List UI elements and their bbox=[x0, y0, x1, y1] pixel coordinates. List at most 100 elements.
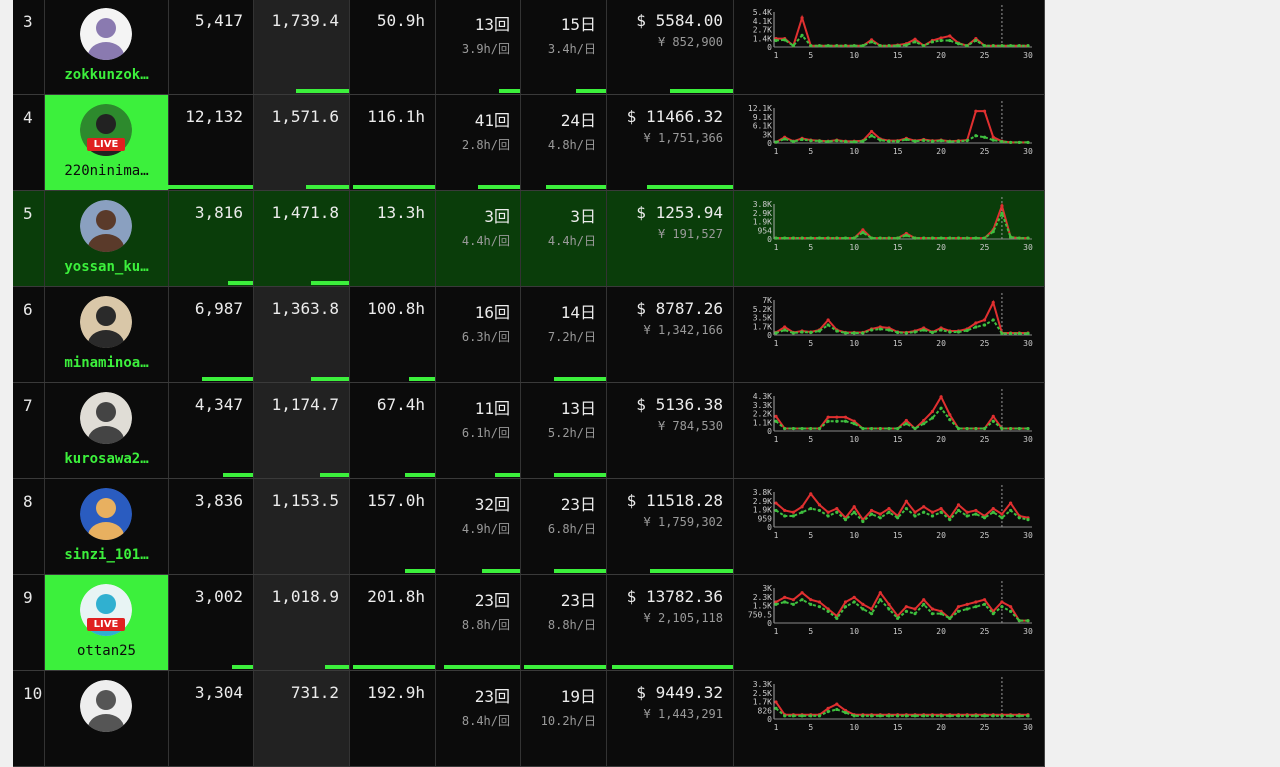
username-link[interactable]: kurosawa2… bbox=[45, 451, 168, 467]
user-cell[interactable]: minaminoa… bbox=[45, 287, 169, 382]
viewers-line-point bbox=[913, 510, 917, 514]
y-tick-label: 3K bbox=[762, 130, 772, 139]
avg-line-point bbox=[939, 236, 943, 240]
username-link[interactable]: sinzi_101… bbox=[45, 547, 168, 563]
username-link[interactable]: zokkunzok… bbox=[45, 67, 168, 83]
glasses-man-avatar[interactable] bbox=[80, 296, 132, 348]
avg-line-point bbox=[878, 714, 882, 718]
username-link[interactable]: minaminoa… bbox=[45, 355, 168, 371]
avg-line-point bbox=[974, 236, 978, 240]
viewers-line-point bbox=[982, 318, 987, 322]
table-row[interactable]: 3 zokkunzok… 5,417 1,739.4 50.9h 13回 3.9h/回 15日… bbox=[13, 0, 1045, 95]
avg-line-point bbox=[843, 44, 848, 48]
x-tick-label: 1 bbox=[774, 147, 779, 156]
user-cell[interactable]: LIVE ottan25 bbox=[45, 575, 169, 670]
avg-line-point bbox=[843, 236, 848, 240]
avg-line-point bbox=[991, 714, 995, 718]
avg-line-point bbox=[930, 139, 935, 143]
avg-line-point bbox=[869, 612, 874, 616]
avg-line-point bbox=[1017, 714, 1021, 718]
y-tick-label: 2.9K bbox=[753, 209, 772, 218]
avg-line-point bbox=[948, 418, 952, 422]
avg-line-point bbox=[1017, 516, 1021, 520]
live-badge: LIVE bbox=[87, 618, 125, 631]
cartoon-badge-avatar[interactable] bbox=[80, 488, 132, 540]
score-cell: 731.2 bbox=[254, 671, 350, 766]
table-row[interactable]: 9 LIVE ottan25 3,002 1,018.9 201.8h 23回 8.8h/回 2… bbox=[13, 575, 1045, 671]
username-link[interactable]: 220ninima… bbox=[45, 163, 168, 179]
user-cell[interactable]: yossan_ku… bbox=[45, 191, 169, 286]
avg-line-point bbox=[826, 609, 830, 613]
streams-cell-bar bbox=[477, 185, 520, 189]
avg-line-point bbox=[774, 508, 778, 513]
avg-line-point bbox=[896, 426, 900, 431]
days-cell-value: 15日 bbox=[560, 15, 596, 34]
daily-chart: 12.1K 9.1K 6.1K 3K 0 1 5 10 15 20 25 30 bbox=[734, 95, 1045, 190]
avg-line-point bbox=[974, 512, 978, 516]
robot-avatar[interactable] bbox=[80, 8, 132, 60]
viewers-line-point bbox=[835, 506, 839, 511]
rank-number: 4 bbox=[23, 108, 33, 127]
user-cell[interactable]: kurosawa2… bbox=[45, 383, 169, 478]
user-cell[interactable]: LIVE 220ninima… bbox=[45, 95, 169, 190]
viewers-line-point bbox=[878, 591, 882, 595]
viewers-line-point bbox=[991, 506, 995, 511]
table-row[interactable]: 4 LIVE 220ninima… 12,132 1,571.6 116.1h 41回 2.8… bbox=[13, 95, 1045, 191]
viewers-line-point bbox=[1000, 600, 1004, 604]
user-cell[interactable] bbox=[45, 671, 169, 766]
avg-line-point bbox=[991, 44, 995, 48]
viewers-line-point bbox=[861, 602, 865, 606]
x-tick-label: 1 bbox=[774, 51, 779, 60]
revenue-cell-sub: ¥ 852,900 bbox=[657, 35, 723, 49]
avg-line-point bbox=[982, 714, 987, 718]
viewers-line-point bbox=[791, 598, 795, 602]
sparkline-svg: 3.8K2.9K1.9K95401 5 10 15 20 25 30 bbox=[753, 197, 1033, 252]
bearded-man-avatar[interactable] bbox=[80, 200, 132, 252]
avg-line-point bbox=[869, 714, 874, 718]
viewers-line-point bbox=[956, 605, 961, 609]
x-tick-label: 30 bbox=[1023, 723, 1033, 732]
followers-cell: 6,987 bbox=[169, 287, 254, 382]
avg-line-point bbox=[982, 323, 987, 327]
avg-line-point bbox=[974, 426, 978, 431]
viewers-line-point bbox=[826, 706, 830, 710]
username-link[interactable]: yossan_ku… bbox=[45, 259, 168, 275]
x-tick-label: 5 bbox=[808, 147, 813, 156]
avg-line-point bbox=[1017, 619, 1021, 623]
days-cell-sub: 4.4h/日 bbox=[547, 234, 596, 248]
avg-line-point bbox=[826, 514, 830, 518]
table-row[interactable]: 8 sinzi_101… 3,836 1,153.5 157.0h 32回 4.9h/回 23… bbox=[13, 479, 1045, 575]
standing-man-avatar[interactable] bbox=[80, 392, 132, 444]
x-tick-label: 10 bbox=[849, 531, 859, 540]
score-cell: 1,018.9 bbox=[254, 575, 350, 670]
viewers-line bbox=[775, 590, 1028, 622]
x-tick-label: 20 bbox=[936, 531, 946, 540]
y-tick-label: 4.1K bbox=[753, 17, 772, 26]
followers-cell-bar bbox=[223, 473, 253, 477]
table-row[interactable]: 7 kurosawa2… 4,347 1,174.7 67.4h 11回 6.1h/回 13日… bbox=[13, 383, 1045, 479]
revenue-cell-sub: ¥ 1,342,166 bbox=[643, 323, 723, 337]
avg-line-point bbox=[852, 331, 856, 335]
viewers-line-point bbox=[869, 508, 874, 513]
avg-line-point bbox=[887, 714, 891, 718]
table-row[interactable]: 5 yossan_ku… 3,816 1,471.8 13.3h 3回 4.4h/回 3日 4.… bbox=[13, 191, 1045, 287]
sketch-man-avatar[interactable] bbox=[80, 680, 132, 732]
avg-line-point bbox=[1017, 140, 1021, 145]
username-link[interactable]: ottan25 bbox=[45, 643, 168, 659]
daily-chart: 3.8K 2.9K 1.9K 954 0 1 5 10 15 20 25 30 bbox=[734, 191, 1045, 286]
avg-line-point bbox=[835, 419, 839, 423]
avg-line-point bbox=[878, 44, 882, 48]
user-cell[interactable]: zokkunzok… bbox=[45, 0, 169, 94]
daily-chart: 5.4K 4.1K 2.7K 1.4K 0 1 5 10 15 20 25 30 bbox=[734, 0, 1045, 94]
y-tick-label: 1.9K bbox=[753, 218, 772, 227]
avg-line-point bbox=[869, 236, 874, 240]
streams-cell-sub: 4.9h/回 bbox=[461, 522, 510, 536]
table-row[interactable]: 10 3,304 731.2 192.9h 23回 8.4h/回 19日 10.2h/日 $ 9… bbox=[13, 671, 1045, 767]
y-tick-label: 12.1K bbox=[748, 104, 772, 113]
user-cell[interactable]: sinzi_101… bbox=[45, 479, 169, 574]
table-row[interactable]: 6 minaminoa… 6,987 1,363.8 100.8h 16回 6.3h/回 14… bbox=[13, 287, 1045, 383]
revenue-cell-sub: ¥ 784,530 bbox=[657, 419, 723, 433]
x-tick-label: 30 bbox=[1023, 51, 1033, 60]
score-cell-bar bbox=[310, 281, 349, 285]
y-tick-label: 750.5 bbox=[748, 610, 772, 619]
